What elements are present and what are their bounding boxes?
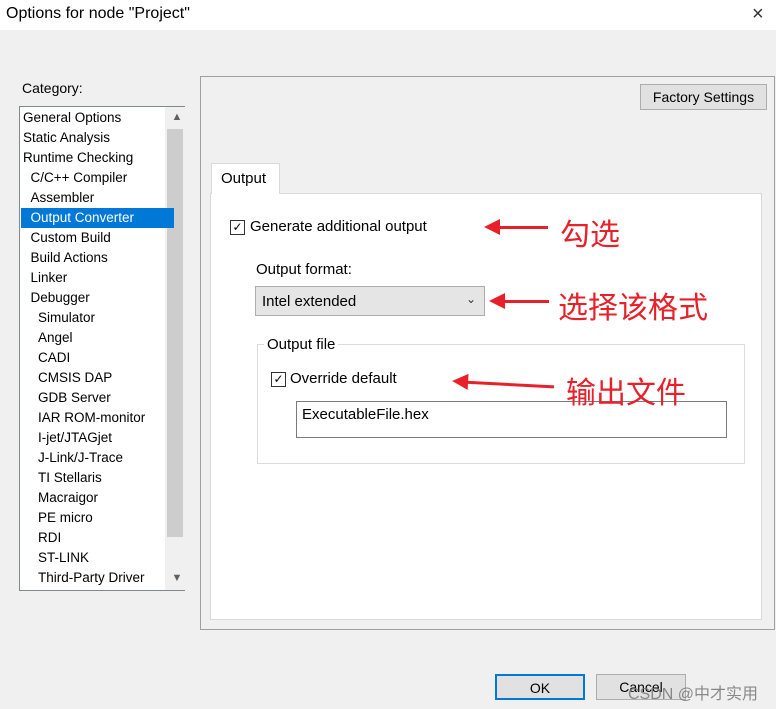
- output-format-value: Intel extended: [262, 293, 357, 310]
- category-list[interactable]: ▲ ▼ General Options Static Analysis Runtim…: [19, 106, 185, 591]
- generate-output-label: Generate additional output: [250, 218, 427, 235]
- category-item[interactable]: PE micro: [21, 508, 181, 528]
- tab-output[interactable]: Output: [211, 163, 280, 194]
- override-default-checkbox[interactable]: ✓: [271, 372, 286, 387]
- category-item[interactable]: Simulator: [21, 308, 181, 328]
- category-item[interactable]: Runtime Checking: [21, 148, 166, 168]
- factory-settings-button[interactable]: Factory Settings: [640, 84, 767, 110]
- category-item[interactable]: ST-LINK: [21, 548, 181, 568]
- category-item[interactable]: Angel: [21, 328, 181, 348]
- watermark: CSDN @中才实用: [628, 686, 759, 703]
- category-item[interactable]: IAR ROM-monitor: [21, 408, 181, 428]
- output-file-group-label: Output file: [264, 336, 339, 353]
- output-format-select[interactable]: Intel extended ⌄: [255, 286, 485, 316]
- category-item[interactable]: C/C++ Compiler: [21, 168, 174, 188]
- annotation-format: 选择该格式: [558, 292, 708, 325]
- annotation-arrow-icon: [489, 293, 549, 309]
- annotation-arrow-icon: [484, 219, 548, 235]
- category-item[interactable]: I-jet/JTAGjet: [21, 428, 181, 448]
- category-item[interactable]: Linker: [21, 268, 174, 288]
- category-item[interactable]: Build Actions: [21, 248, 174, 268]
- category-item[interactable]: GDB Server: [21, 388, 181, 408]
- category-item[interactable]: Static Analysis: [21, 128, 166, 148]
- category-item[interactable]: General Options: [21, 108, 166, 128]
- category-item[interactable]: Third-Party Driver: [21, 568, 181, 588]
- category-item[interactable]: J-Link/J-Trace: [21, 448, 181, 468]
- category-item[interactable]: Custom Build: [21, 228, 174, 248]
- category-item[interactable]: Debugger: [21, 288, 174, 308]
- override-default-label: Override default: [290, 370, 397, 387]
- generate-output-checkbox[interactable]: ✓: [230, 220, 245, 235]
- category-item[interactable]: TI Stellaris: [21, 468, 181, 488]
- ok-button[interactable]: OK: [495, 674, 585, 700]
- category-item[interactable]: Macraigor: [21, 488, 181, 508]
- category-item[interactable]: Assembler: [21, 188, 174, 208]
- chevron-down-icon: ⌄: [465, 292, 476, 306]
- category-item[interactable]: RDI: [21, 528, 181, 548]
- close-icon[interactable]: ×: [752, 3, 764, 26]
- category-item[interactable]: CMSIS DAP: [21, 368, 181, 388]
- annotation-check: 勾选: [560, 219, 620, 252]
- output-format-label: Output format:: [256, 261, 352, 278]
- annotation-output-file: 输出文件: [566, 377, 686, 410]
- category-label: Category:: [22, 80, 83, 96]
- window-title: Options for node "Project": [6, 5, 190, 22]
- category-item[interactable]: Output Converter: [21, 208, 174, 228]
- scroll-up-icon[interactable]: ▲: [170, 111, 184, 123]
- category-item[interactable]: CADI: [21, 348, 181, 368]
